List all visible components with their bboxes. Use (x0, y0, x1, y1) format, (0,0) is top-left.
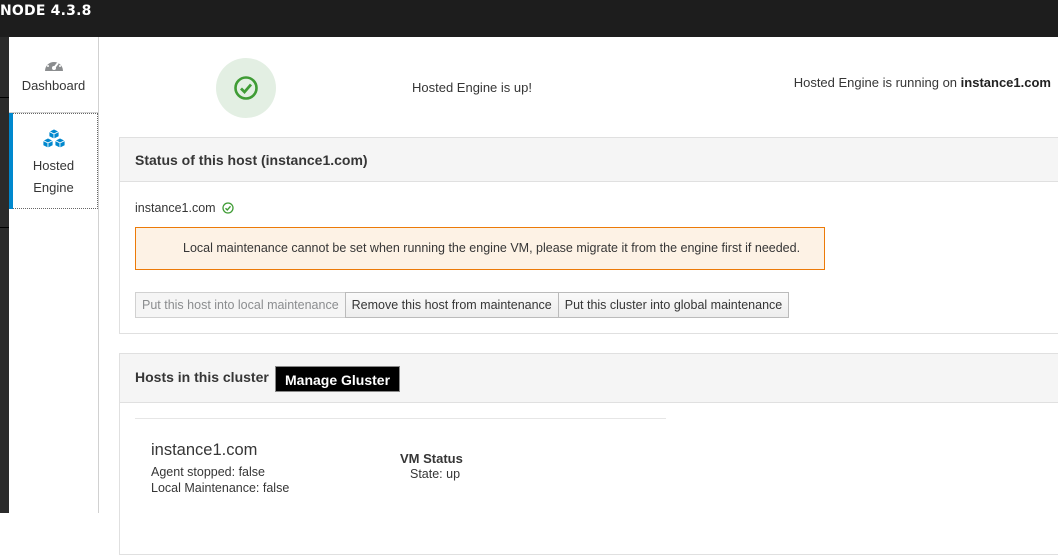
active-indicator (9, 113, 13, 209)
sidebar: Dashboard Hosted Engine (9, 37, 99, 513)
running-host: instance1.com (960, 75, 1051, 90)
host-card: instance1.com Agent stopped: false Local… (135, 418, 666, 539)
sidebar-item-dashboard[interactable]: Dashboard (9, 37, 98, 113)
local-maintenance-button[interactable]: Put this host into local maintenance (135, 292, 346, 318)
dashboard-icon (44, 59, 63, 71)
engine-running-message: Hosted Engine is running on instance1.co… (794, 75, 1051, 90)
manage-gluster-button[interactable]: Manage Gluster (275, 366, 401, 392)
remove-maintenance-button[interactable]: Remove this host from maintenance (344, 292, 559, 318)
vm-status-label: VM Status (400, 451, 463, 466)
panel-title: Hosts in this cluster (135, 369, 269, 385)
panel-header: Hosts in this cluster Manage Gluster (120, 354, 1058, 403)
main-content: Hosted Engine is up! Hosted Engine is ru… (99, 37, 1058, 555)
sidebar-item-hosted-engine[interactable]: Hosted Engine (9, 113, 98, 209)
left-edge-strip (0, 37, 9, 513)
host-name: instance1.com (135, 201, 216, 215)
engine-status-indicator (216, 58, 276, 118)
host-card-name: instance1.com (151, 441, 258, 459)
panel-title: Status of this host (instance1.com) (120, 138, 1058, 182)
vm-state: State: up (410, 467, 461, 481)
sidebar-item-label: Hosted (32, 158, 75, 173)
app-title: NODE 4.3.8 (0, 3, 92, 19)
cluster-hosts-panel: Hosts in this cluster Manage Gluster ins… (119, 353, 1058, 555)
host-name-line: instance1.com (135, 201, 234, 215)
global-maintenance-button[interactable]: Put this cluster into global maintenance (557, 292, 790, 318)
strip-divider (0, 227, 9, 228)
maintenance-warning-alert: Local maintenance cannot be set when run… (135, 227, 825, 270)
check-circle-icon (234, 76, 258, 100)
check-circle-icon (222, 202, 234, 214)
agent-stopped-status: Agent stopped: false (151, 465, 265, 479)
running-prefix: Hosted Engine is running on (793, 75, 958, 90)
local-maintenance-status: Local Maintenance: false (151, 481, 290, 495)
maintenance-button-group: Put this host into local maintenance Rem… (135, 292, 790, 318)
strip-divider (0, 97, 9, 98)
engine-up-message: Hosted Engine is up! (412, 80, 532, 95)
sidebar-item-label: Dashboard (21, 78, 86, 93)
top-navbar: NODE 4.3.8 (0, 0, 1058, 37)
cubes-icon (41, 128, 66, 149)
sidebar-item-label-line2: Engine (33, 180, 74, 195)
host-status-panel: Status of this host (instance1.com) inst… (119, 137, 1058, 334)
